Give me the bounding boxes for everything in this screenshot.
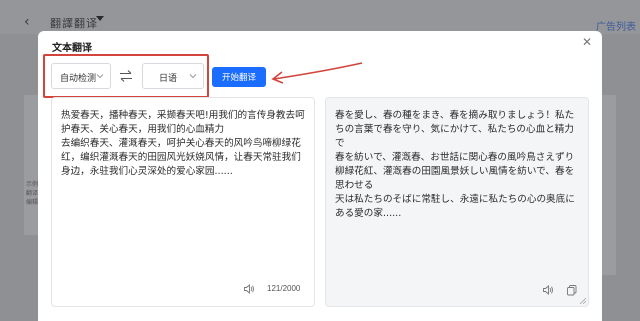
target-text-panel: 春を愛し、春の種をまき、春を摘み取りましょう！私たちの言葉で春を守り、気にかけて… bbox=[325, 97, 589, 307]
background-panel-left bbox=[24, 95, 38, 235]
back-arrow-icon: ‹ bbox=[24, 14, 30, 30]
target-language-label: 日语 bbox=[159, 73, 178, 83]
copy-icon[interactable] bbox=[566, 284, 578, 296]
background-side-text: 示例 翻译 编辑 bbox=[26, 181, 39, 206]
chevron-down-icon bbox=[96, 74, 104, 79]
caret-down-icon bbox=[96, 16, 104, 21]
chevron-down-icon bbox=[189, 74, 197, 79]
source-language-select[interactable]: 自动检测 bbox=[51, 63, 111, 89]
dialog-title: 文本翻译 bbox=[52, 43, 92, 54]
background-panel-right bbox=[602, 95, 616, 275]
target-language-select[interactable]: 日语 bbox=[142, 63, 204, 89]
text-translate-dialog: 文本翻译 ✕ 自动检测 日语 开始翻译 热爱春天，播种春天，采撷春天吧!用我们的… bbox=[38, 31, 602, 321]
speaker-icon[interactable] bbox=[542, 284, 554, 296]
background-header: ‹ 翻譯翻译 广告列表 bbox=[0, 0, 640, 34]
translation-output: 春を愛し、春の種をまき、春を摘み取りましょう！私たちの言葉で春を守り、気にかけて… bbox=[335, 110, 575, 219]
resize-handle-icon[interactable] bbox=[580, 298, 586, 304]
source-text-panel[interactable]: 热爱春天，播种春天，采撷春天吧!用我们的言传身教去呵护春天、关心春天，用我们的心… bbox=[51, 97, 315, 307]
start-translate-button[interactable]: 开始翻译 bbox=[212, 67, 266, 87]
character-count: 121/2000 bbox=[267, 284, 301, 293]
source-textarea[interactable]: 热爱春天，播种春天，采撷春天吧!用我们的言传身教去呵护春天、关心春天，用我们的心… bbox=[61, 109, 309, 179]
background-title: 翻譯翻译 bbox=[50, 17, 98, 30]
swap-icon[interactable] bbox=[119, 69, 133, 83]
background-right-link: 广告列表 bbox=[596, 22, 636, 33]
annotation-arrow-icon bbox=[271, 62, 363, 84]
speaker-icon[interactable] bbox=[243, 283, 255, 295]
source-language-label: 自动检测 bbox=[60, 73, 97, 83]
close-icon[interactable]: ✕ bbox=[580, 35, 594, 49]
